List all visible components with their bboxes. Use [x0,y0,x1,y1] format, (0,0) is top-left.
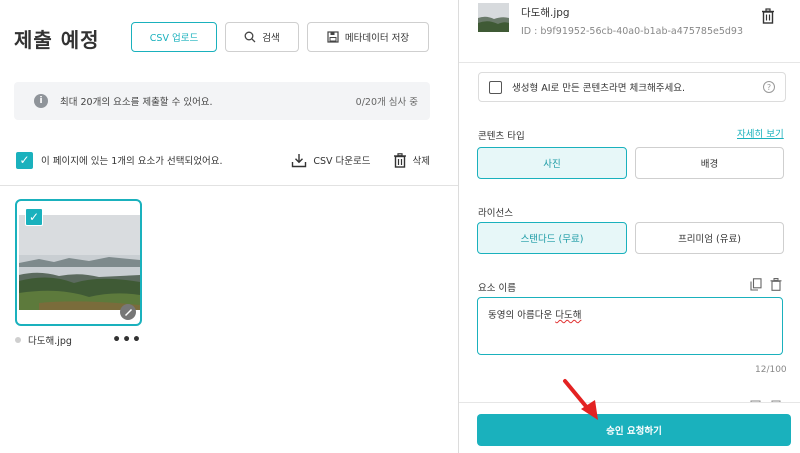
license-premium-option[interactable]: 프리미엄 (유료) [635,222,784,254]
file-thumbnail-image [478,3,509,32]
char-count: 12/100 [755,365,787,375]
review-count: 0/20개 심사 중 [355,97,418,108]
search-label: 검색 [262,33,280,44]
csv-upload-button[interactable]: CSV 업로드 [131,22,217,52]
landscape-thumbnail-image [19,215,140,310]
content-type-photo-option[interactable]: 사진 [477,147,627,179]
selection-text: 이 페이지에 있는 1개의 요소가 선택되었어요. [41,156,223,167]
ai-generated-label: 생성형 AI로 만든 콘텐츠라면 체크해주세요. [512,83,685,94]
save-icon [327,31,339,43]
delete-selected-button[interactable]: 삭제 [393,152,430,168]
info-message: 최대 20개의 요소를 제출할 수 있어요. [60,97,213,108]
divider [0,185,458,186]
element-name-value: 동영의 아름다운 [488,310,556,321]
metadata-panel: 다도해.jpg ID : b9f91952-56cb-40a0-b1ab-a47… [459,0,800,453]
divider [459,402,800,403]
selection-bar: ✓ 이 페이지에 있는 1개의 요소가 선택되었어요. CSV 다운로드 삭제 [16,150,430,170]
file-id: ID : b9f91952-56cb-40a0-b1ab-a475785e5d9… [521,26,744,37]
element-name-label: 요소 이름 [478,283,516,294]
file-name: 다도해.jpg [521,7,570,19]
help-icon[interactable]: ? [763,81,775,93]
item-thumbnail-card[interactable]: ✓ [15,199,142,326]
more-options-icon[interactable]: ••• [112,333,142,347]
select-all-checkbox[interactable]: ✓ [16,151,33,169]
search-button[interactable]: 검색 [225,22,299,52]
csv-download-label: CSV 다운로드 [313,156,371,167]
info-banner: i 최대 20개의 요소를 제출할 수 있어요. 0/20개 심사 중 [14,82,430,120]
status-dot [15,337,21,343]
ai-generated-checkbox-row[interactable]: 생성형 AI로 만든 콘텐츠라면 체크해주세요. ? [478,72,786,102]
item-checkbox[interactable]: ✓ [25,208,43,226]
edit-icon[interactable] [120,304,136,320]
trash-icon [393,152,406,168]
delete-label: 삭제 [412,156,430,167]
content-type-background-option[interactable]: 배경 [635,147,784,179]
red-arrow-annotation [563,379,598,420]
save-metadata-button[interactable]: 메타데이터 저장 [307,22,429,52]
element-name-input[interactable]: 동영의 아름다운 다도해 [477,297,783,355]
item-filename: 다도해.jpg [28,336,72,347]
download-icon [292,153,307,167]
search-icon [244,31,256,43]
clear-trash-icon[interactable] [770,278,782,291]
license-label: 라이선스 [478,208,513,219]
element-name-misspelled-word: 다도해 [555,310,582,321]
content-type-label: 콘텐츠 타입 [478,131,525,142]
item-caption: 다도해.jpg ••• [15,333,142,347]
csv-upload-label: CSV 업로드 [149,33,199,44]
ai-generated-checkbox[interactable] [489,80,502,94]
trash-icon[interactable] [761,8,775,24]
license-standard-option[interactable]: 스탠다드 (무료) [477,222,627,254]
divider [459,62,800,63]
more-info-link[interactable]: 자세히 보기 [737,126,784,140]
page-title: 제출 예정 [14,28,100,52]
save-metadata-label: 메타데이터 저장 [344,33,410,44]
csv-download-button[interactable]: CSV 다운로드 [291,153,371,168]
request-approval-button[interactable]: 승인 요청하기 [477,414,791,446]
submission-list-panel: 제출 예정 CSV 업로드 검색 메타데이터 저장 i 최대 20개의 요소를 … [0,0,458,453]
copy-icon[interactable] [750,278,762,291]
info-icon: i [34,94,48,108]
